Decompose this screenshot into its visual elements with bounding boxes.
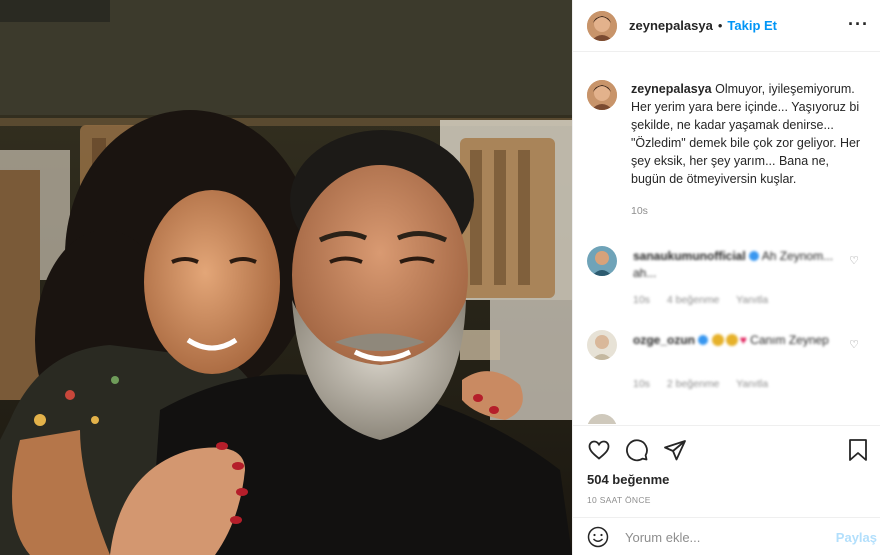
post-photo-image [0,0,572,555]
save-button[interactable] [847,438,869,462]
add-comment-bar: Paylaş [573,517,880,555]
comment-time: 10s [633,294,650,306]
reply-button[interactable]: Yanıtla [736,378,768,390]
smiley-icon[interactable] [587,526,609,548]
comment-avatar[interactable] [587,330,617,360]
avatar[interactable] [587,10,617,41]
comment-username[interactable]: ozge_ozun [633,333,695,347]
follow-button[interactable]: Takip Et [727,18,777,33]
verified-badge-icon [749,251,760,261]
comment-time: 10s [633,378,650,390]
comment-username[interactable]: sanaukumunofficial [633,249,746,263]
comment-avatar[interactable] [587,246,617,276]
comment-meta: 10s 2 beğenme Yanıtla [633,378,782,390]
likes-count[interactable]: 504 beğenme [587,472,669,487]
header-username[interactable]: zeynepalasya [629,18,713,33]
comment-input[interactable] [625,529,825,545]
comment-like-icon[interactable]: ♡ [849,338,859,351]
post-header: zeynepalasya • Takip Et ··· [573,0,880,52]
comment-likes[interactable]: 2 beğenme [667,378,720,390]
action-icons [587,438,687,462]
reply-button[interactable]: Yanıtla [736,294,768,306]
comment-likes[interactable]: 4 beğenme [667,294,720,306]
comments-list[interactable]: zeynepalasya Olmuyor, iyileşemiyorum. He… [573,68,880,424]
post-caption: zeynepalasya Olmuyor, iyileşemiyorum. He… [573,68,880,220]
post-photo[interactable] [0,0,572,555]
comment-like-icon[interactable]: ♡ [849,254,859,267]
heart-icon[interactable] [587,438,611,462]
heart-emoji-icon: ♥ [739,333,747,347]
comment-body: ozge_ozun ♥ Canım Zeynep [633,332,843,349]
emoji-icon [725,334,738,346]
post-comment-button[interactable]: Paylaş [836,530,877,545]
bookmark-icon [849,439,867,461]
comment-text: Canım Zeynep [750,333,829,347]
post-timestamp: 10 SAAT ÖNCE [587,495,651,505]
separator-dot: • [717,18,723,33]
caption-text: Olmuyor, iyileşemiyorum. Her yerim yara … [631,82,861,186]
caption-username[interactable]: zeynepalasya [631,82,712,96]
comment-meta: 10s 4 beğenme Yanıtla [633,294,782,306]
verified-badge-icon [698,335,709,345]
post-actions: 504 beğenme 10 SAAT ÖNCE Paylaş [573,425,880,555]
caption-time: 10s [631,205,648,217]
instagram-post: zeynepalasya • Takip Et ··· zeynepalasya… [0,0,880,555]
ellipsis-icon[interactable]: ··· [848,14,869,35]
caption-avatar[interactable] [587,80,617,110]
post-sidebar: zeynepalasya • Takip Et ··· zeynepalasya… [572,0,880,555]
comment-body: sanaukumunofficial Ah Zeynom... ah... [633,248,843,282]
emoji-icon [711,334,724,346]
comment-icon[interactable] [625,438,649,462]
caption-body: zeynepalasya Olmuyor, iyileşemiyorum. He… [631,80,867,220]
paper-plane-icon[interactable] [663,438,687,462]
comment-avatar[interactable] [587,414,617,424]
